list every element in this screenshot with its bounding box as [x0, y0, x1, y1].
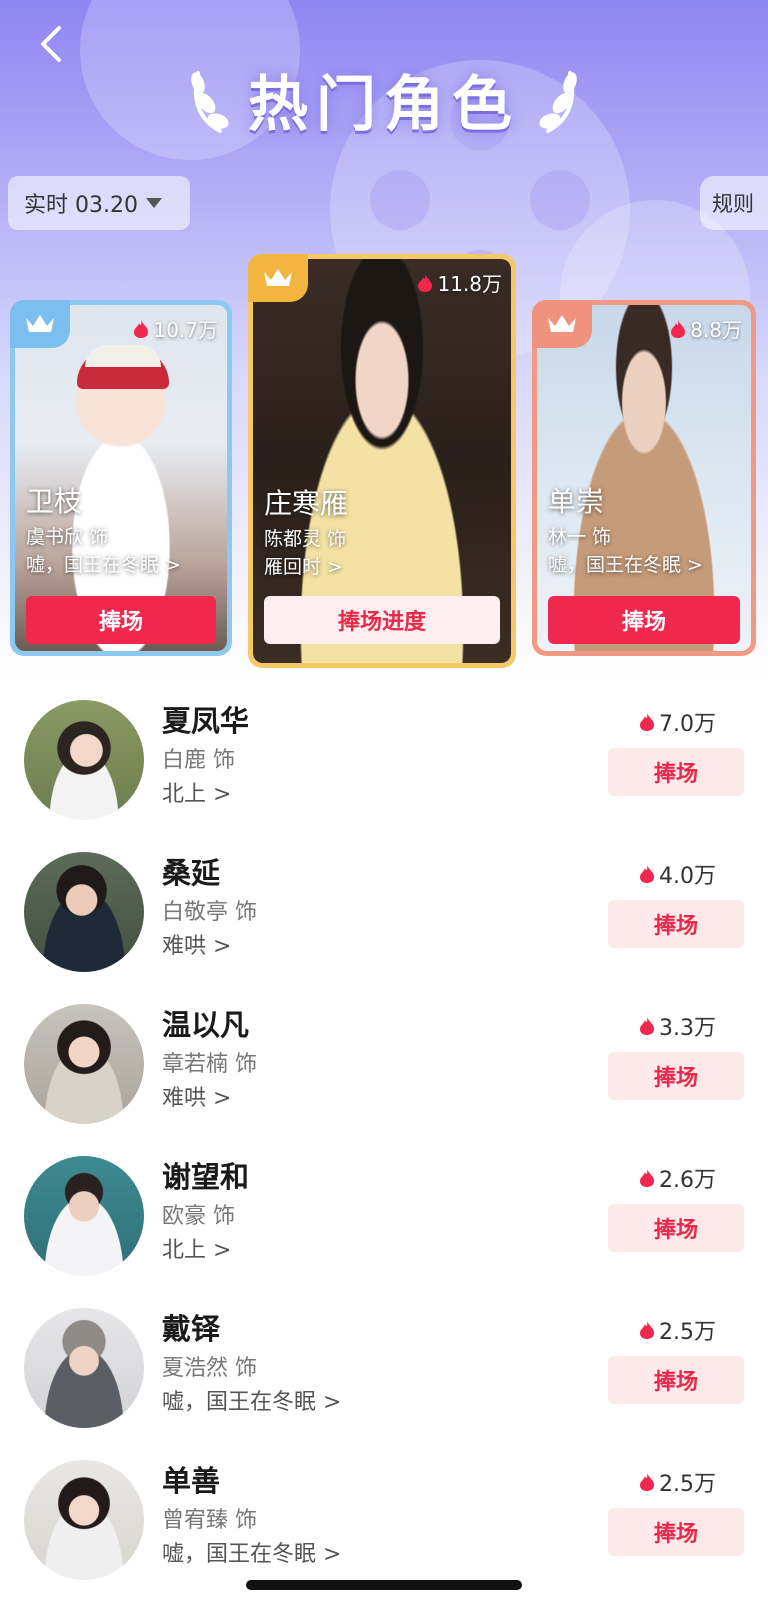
support-button[interactable]: 捧场	[608, 1508, 744, 1556]
heat-score: 11.8万	[417, 268, 502, 297]
top-card-rank-2[interactable]: 10.7万 卫枝 虞书欣 饰 嘘，国王在冬眠 > 捧场	[10, 300, 232, 656]
caret-down-icon	[145, 198, 162, 208]
actor-name: 白鹿 饰	[162, 748, 235, 773]
support-button[interactable]: 捧场	[608, 1052, 744, 1100]
heat-score: 10.7万	[133, 314, 218, 343]
role-name: 桑延	[162, 856, 221, 890]
actor-name: 林一 饰	[548, 526, 612, 548]
rules-button[interactable]: 规则	[700, 176, 768, 230]
role-name: 卫枝	[26, 485, 83, 518]
date-filter-dropdown[interactable]: 实时 03.20	[8, 176, 190, 230]
rank-crown-badge	[10, 300, 70, 348]
rank-crown-badge	[248, 254, 308, 302]
avatar	[24, 700, 144, 820]
flame-icon	[640, 865, 654, 883]
heat-value: 3.3万	[659, 1016, 716, 1041]
avatar	[24, 1460, 144, 1580]
actor-name: 曾宥臻 饰	[162, 1508, 257, 1533]
drama-link[interactable]: 北上 >	[162, 776, 231, 808]
support-button[interactable]: 捧场	[608, 1204, 744, 1252]
support-button[interactable]: 捧场	[608, 900, 744, 948]
date-filter-label: 实时 03.20	[24, 193, 138, 218]
list-item[interactable]: 谢望和 欧豪 饰 北上 > 2.6万 捧场	[0, 1146, 768, 1298]
drama-link[interactable]: 嘘，国王在冬眠 >	[26, 550, 181, 577]
list-item[interactable]: 桑延 白敬亭 饰 难哄 > 4.0万 捧场	[0, 842, 768, 994]
role-name: 温以凡	[162, 1008, 250, 1042]
heat-value: 2.5万	[659, 1320, 716, 1345]
avatar	[24, 1308, 144, 1428]
list-item[interactable]: 温以凡 章若楠 饰 难哄 > 3.3万 捧场	[0, 994, 768, 1146]
page-header: 热门角色	[0, 54, 768, 144]
crown-icon	[548, 315, 576, 332]
heat-score: 7.0万	[639, 706, 716, 738]
flame-icon	[640, 1169, 654, 1187]
support-button[interactable]: 捧场	[548, 596, 740, 644]
heat-value: 4.0万	[659, 864, 716, 889]
actor-name: 陈都灵 饰	[264, 528, 347, 550]
actor-name: 欧豪 饰	[162, 1204, 235, 1229]
ranking-list: 夏凤华 白鹿 饰 北上 > 7.0万 捧场 桑延 白敬亭 饰 难哄 > 4.0万…	[0, 690, 768, 1600]
list-item[interactable]: 夏凤华 白鹿 饰 北上 > 7.0万 捧场	[0, 690, 768, 842]
role-name: 单善	[162, 1464, 221, 1498]
list-item[interactable]: 单善 曾宥臻 饰 嘘，国王在冬眠 > 2.5万 捧场	[0, 1450, 768, 1600]
heat-value: 2.5万	[659, 1472, 716, 1497]
drama-link[interactable]: 嘘，国王在冬眠 >	[162, 1384, 341, 1416]
heat-value: 7.0万	[659, 712, 716, 737]
drama-link[interactable]: 嘘，国王在冬眠 >	[162, 1536, 341, 1568]
heat-value: 8.8万	[690, 318, 742, 342]
heat-score: 2.6万	[639, 1162, 716, 1194]
heat-score: 3.3万	[639, 1010, 716, 1042]
support-button[interactable]: 捧场	[26, 596, 216, 644]
page-title: 热门角色	[248, 69, 520, 140]
heat-score: 4.0万	[639, 858, 716, 890]
rank-crown-badge	[532, 300, 592, 348]
flame-icon	[640, 1473, 654, 1491]
drama-link[interactable]: 北上 >	[162, 1232, 231, 1264]
support-progress-button[interactable]: 捧场进度	[264, 596, 500, 644]
top-card-rank-1[interactable]: 11.8万 庄寒雁 陈都灵 饰 雁回时 > 捧场进度	[248, 254, 516, 668]
crown-icon	[26, 315, 54, 332]
drama-link[interactable]: 雁回时 >	[264, 552, 343, 579]
role-name: 谢望和	[162, 1160, 250, 1194]
rules-label: 规则	[712, 192, 754, 216]
crown-icon	[264, 269, 292, 286]
actor-name: 夏浩然 饰	[162, 1356, 257, 1381]
actor-name: 虞书欣 饰	[26, 526, 109, 548]
laurel-left-icon	[191, 71, 229, 133]
home-indicator	[246, 1580, 522, 1590]
role-name: 夏凤华	[162, 704, 250, 738]
avatar	[24, 1004, 144, 1124]
actor-name: 章若楠 饰	[162, 1052, 257, 1077]
heat-score: 2.5万	[639, 1466, 716, 1498]
flame-icon	[640, 1321, 654, 1339]
laurel-right-icon	[539, 71, 577, 133]
role-name: 单崇	[548, 485, 605, 518]
avatar	[24, 852, 144, 972]
avatar	[24, 1156, 144, 1276]
heat-value: 10.7万	[153, 318, 218, 342]
top-card-rank-3[interactable]: 8.8万 单崇 林一 饰 嘘，国王在冬眠 > 捧场	[532, 300, 756, 656]
list-item[interactable]: 戴铎 夏浩然 饰 嘘，国王在冬眠 > 2.5万 捧场	[0, 1298, 768, 1450]
heat-score: 2.5万	[639, 1314, 716, 1346]
flame-icon	[671, 319, 686, 338]
role-name: 庄寒雁	[264, 487, 349, 520]
flame-icon	[134, 319, 149, 338]
flame-icon	[418, 273, 433, 292]
actor-name: 白敬亭 饰	[162, 900, 257, 925]
support-button[interactable]: 捧场	[608, 748, 744, 796]
role-name: 戴铎	[162, 1312, 221, 1346]
drama-link[interactable]: 难哄 >	[162, 1080, 231, 1112]
drama-link[interactable]: 难哄 >	[162, 928, 231, 960]
drama-link[interactable]: 嘘，国王在冬眠 >	[548, 550, 703, 577]
flame-icon	[640, 713, 654, 731]
heat-score: 8.8万	[670, 314, 742, 343]
support-button[interactable]: 捧场	[608, 1356, 744, 1404]
heat-value: 2.6万	[659, 1168, 716, 1193]
flame-icon	[640, 1017, 654, 1035]
heat-value: 11.8万	[437, 272, 502, 296]
